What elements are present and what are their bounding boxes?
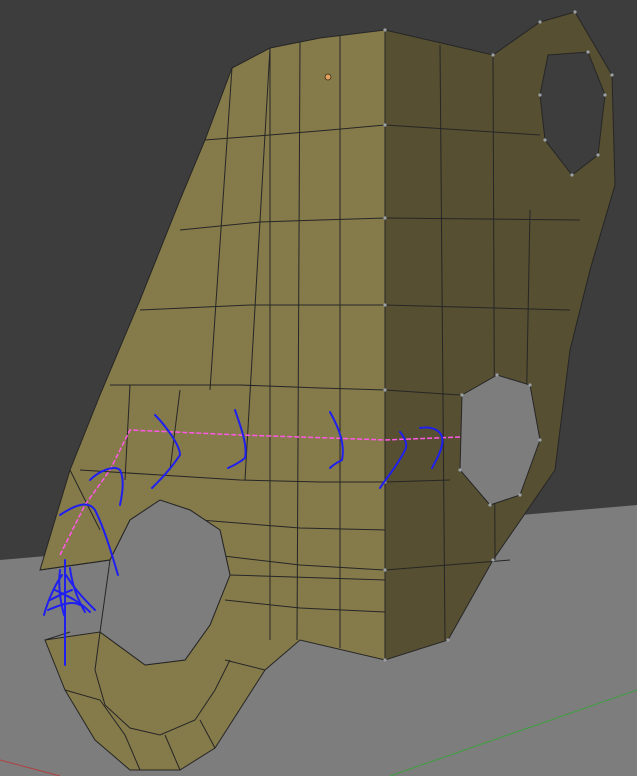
object-origin-marker[interactable] [324, 73, 332, 81]
viewport-canvas[interactable] [0, 0, 637, 776]
3d-viewport[interactable] [0, 0, 637, 776]
